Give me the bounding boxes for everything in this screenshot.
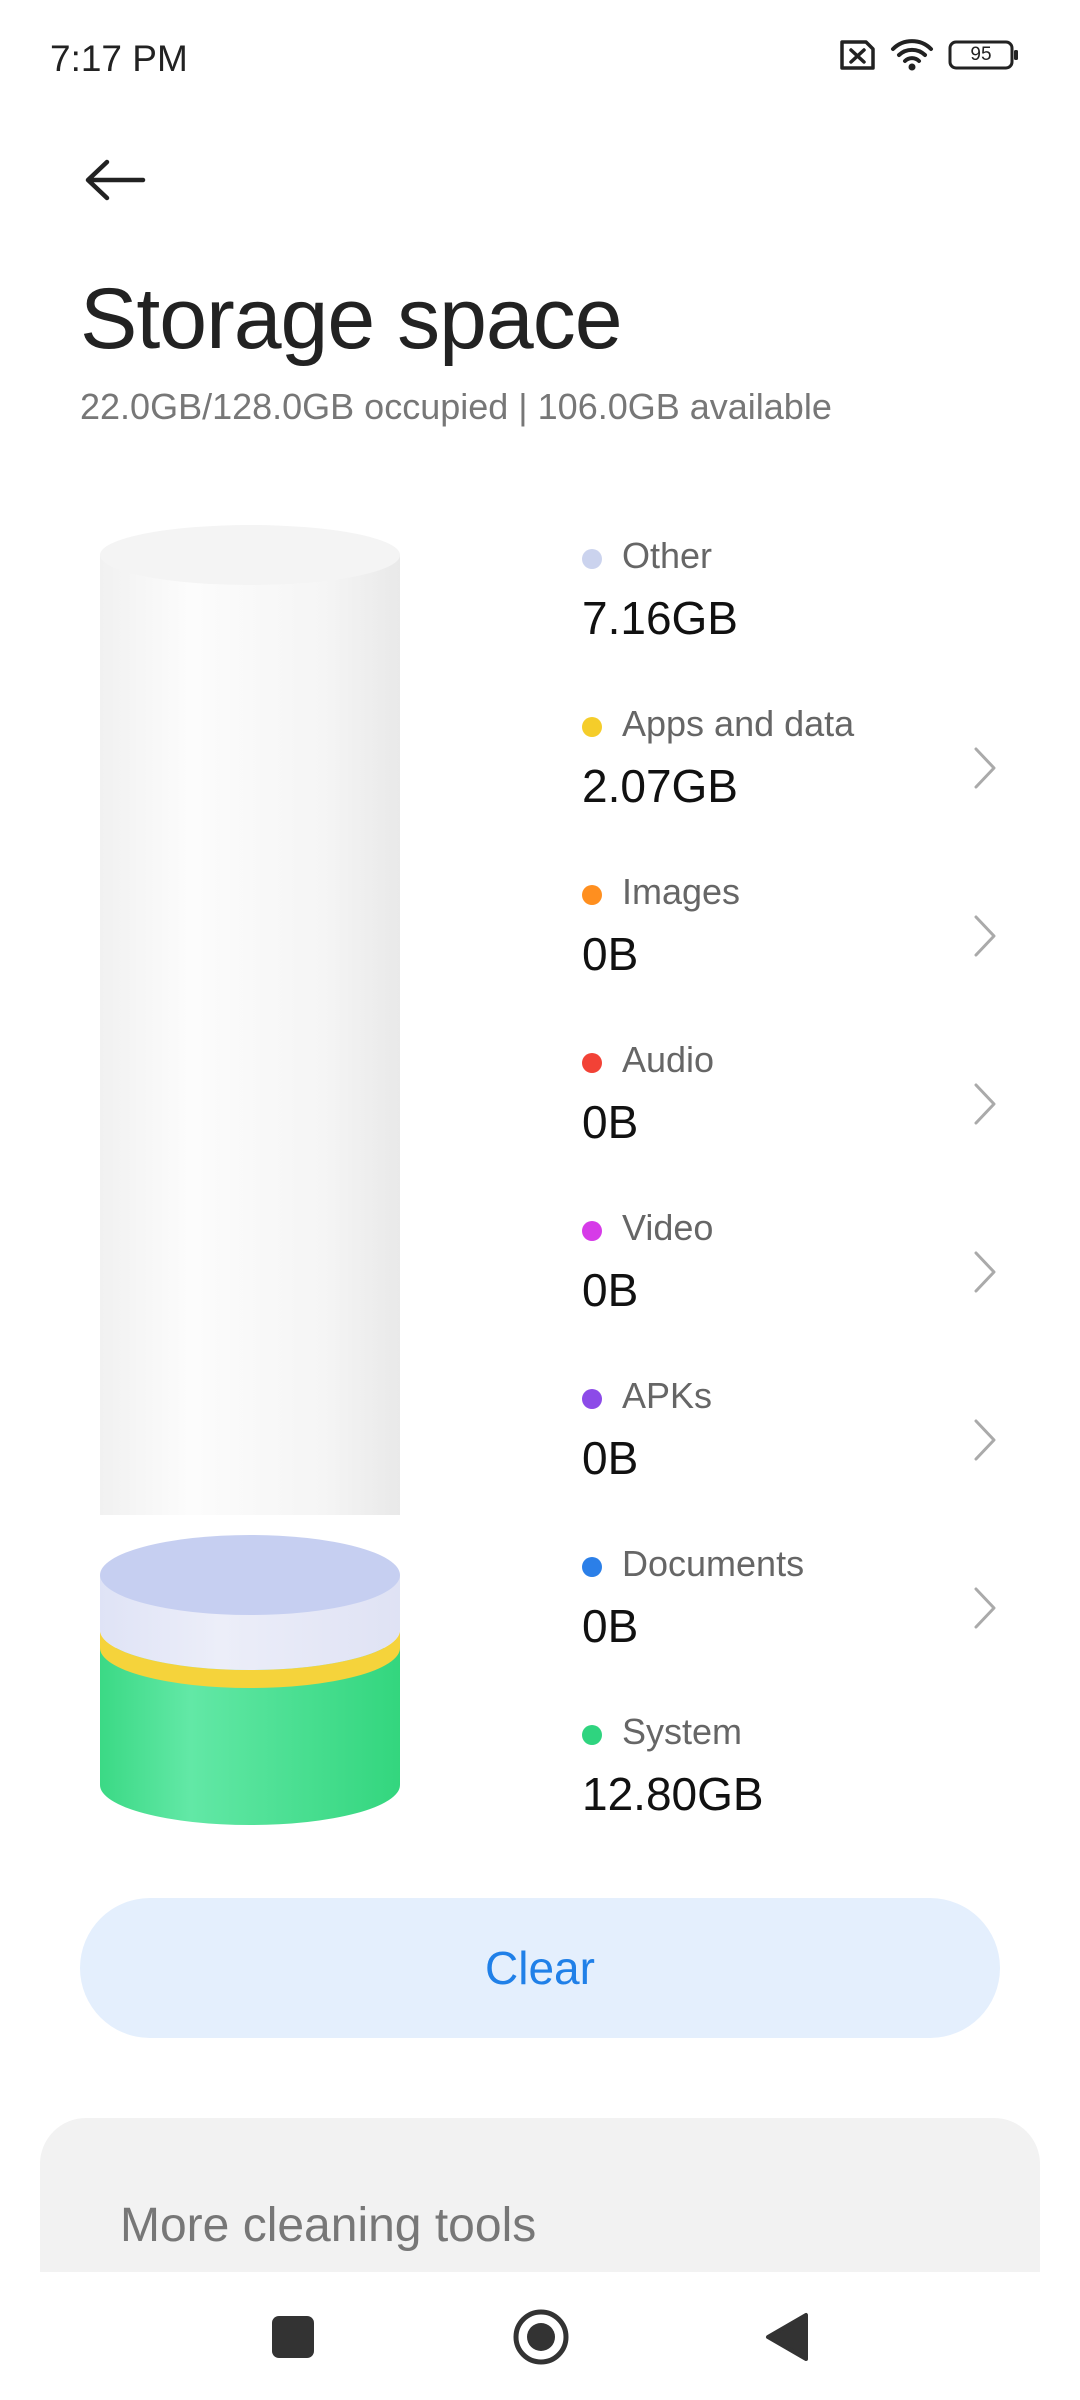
color-dot xyxy=(582,1389,602,1409)
category-label: Other xyxy=(622,535,713,576)
back-arrow-icon xyxy=(85,159,146,201)
color-dot xyxy=(582,1557,602,1577)
category-label: Audio xyxy=(622,1039,715,1080)
battery-level: 95 xyxy=(970,44,992,65)
wifi-icon xyxy=(890,38,934,72)
category-size: 2.07GB xyxy=(582,760,738,812)
category-label: Images xyxy=(622,871,741,912)
back-nav-button[interactable] xyxy=(752,2302,822,2372)
category-images[interactable]: Images 0B xyxy=(580,871,1000,1039)
chevron-right-icon xyxy=(974,747,996,789)
recents-button[interactable] xyxy=(258,2302,328,2372)
clear-button[interactable]: Clear xyxy=(80,1898,1000,2038)
category-audio[interactable]: Audio 0B xyxy=(580,1039,1000,1207)
color-dot xyxy=(582,549,602,569)
category-size: 0B xyxy=(582,1264,639,1316)
status-time: 7:17 PM xyxy=(50,38,188,79)
battery-icon: 95 xyxy=(948,39,1020,71)
color-dot xyxy=(582,885,602,905)
status-bar: 7:17 PM 95 xyxy=(0,0,1080,120)
chevron-right-icon xyxy=(974,1587,996,1629)
recents-square-icon xyxy=(272,2316,314,2358)
category-label: Video xyxy=(622,1207,714,1248)
chevron-right-icon xyxy=(974,1419,996,1461)
cylinder-empty-space xyxy=(100,555,400,1515)
category-video[interactable]: Video 0B xyxy=(580,1207,1000,1375)
back-button[interactable] xyxy=(70,135,160,225)
chevron-right-icon xyxy=(974,915,996,957)
navigation-bar xyxy=(0,2272,1080,2400)
category-label: System xyxy=(622,1711,743,1752)
cylinder-top xyxy=(100,525,400,585)
storage-category-list: Other 7.16GB Apps and data 2.07GB Images… xyxy=(580,535,1000,1879)
category-documents[interactable]: Documents 0B xyxy=(580,1543,1000,1711)
sim-off-icon xyxy=(836,39,876,71)
category-size: 0B xyxy=(582,1432,639,1484)
category-label: Documents xyxy=(622,1543,805,1584)
storage-cylinder xyxy=(100,525,400,1825)
chevron-right-icon xyxy=(974,1083,996,1125)
category-size: 0B xyxy=(582,928,639,980)
category-size: 0B xyxy=(582,1600,639,1652)
color-dot xyxy=(582,1221,602,1241)
category-apps-and-data[interactable]: Apps and data 2.07GB xyxy=(580,703,1000,871)
category-size: 0B xyxy=(582,1096,639,1148)
status-icons: 95 xyxy=(836,38,1020,72)
category-size: 12.80GB xyxy=(582,1768,764,1820)
more-cleaning-tools-title: More cleaning tools xyxy=(120,2199,537,2252)
color-dot xyxy=(582,717,602,737)
home-circle-icon xyxy=(513,2309,569,2365)
segment-other-top xyxy=(100,1535,400,1615)
category-size: 7.16GB xyxy=(582,592,738,644)
category-label: Apps and data xyxy=(622,703,855,744)
category-label: APKs xyxy=(622,1375,713,1416)
back-triangle-icon xyxy=(766,2313,808,2361)
home-button[interactable] xyxy=(506,2302,576,2372)
page-title: Storage space xyxy=(80,271,623,367)
category-system: System 12.80GB xyxy=(580,1711,1000,1879)
storage-summary: 22.0GB/128.0GB occupied | 106.0GB availa… xyxy=(80,386,832,427)
color-dot xyxy=(582,1725,602,1745)
category-other: Other 7.16GB xyxy=(580,535,1000,703)
chevron-right-icon xyxy=(974,1251,996,1293)
color-dot xyxy=(582,1053,602,1073)
category-apks[interactable]: APKs 0B xyxy=(580,1375,1000,1543)
